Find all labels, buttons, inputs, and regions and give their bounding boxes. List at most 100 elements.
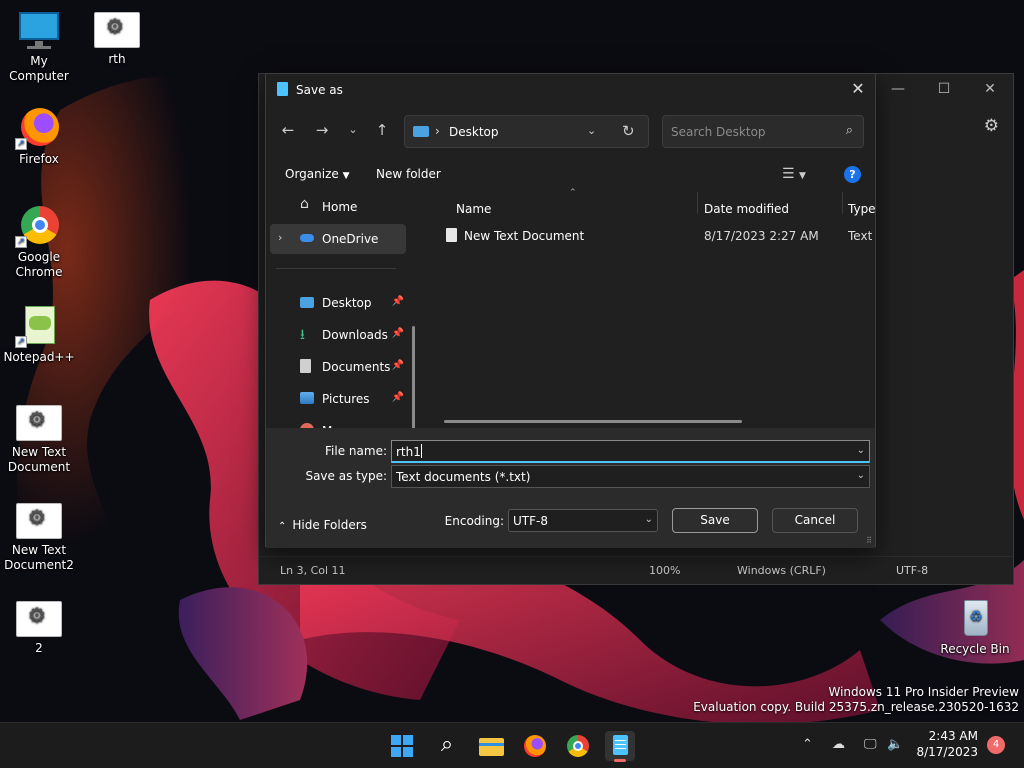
file-gear-icon: ⚙: [16, 405, 62, 441]
search-icon[interactable]: ⌕: [846, 123, 853, 138]
nav-item-pictures[interactable]: Pictures 📌: [270, 384, 406, 414]
chrome-icon[interactable]: [563, 731, 593, 761]
window-controls: — ☐ ✕: [875, 74, 1013, 104]
monitor-icon: [15, 10, 63, 50]
search-icon[interactable]: ⌕: [432, 731, 462, 761]
firefox-icon: ↗: [15, 108, 63, 150]
column-separator[interactable]: [697, 192, 698, 214]
nav-scrollbar[interactable]: [412, 326, 415, 428]
file-name-label: File name:: [325, 444, 387, 458]
file-gear-icon: ⚙: [94, 12, 140, 48]
nav-item-desktop[interactable]: Desktop 📌: [270, 288, 406, 318]
encoding-value: UTF-8: [513, 514, 548, 528]
search-box[interactable]: Search Desktop ⌕: [662, 115, 864, 148]
recent-chevron-down-icon[interactable]: ⌄: [341, 123, 365, 136]
desktop-icon-label: Notepad++: [3, 350, 75, 364]
desktop-icon-chrome[interactable]: ↗ Google Chrome: [1, 206, 77, 280]
watermark-line1: Windows 11 Pro Insider Preview: [828, 685, 1019, 699]
column-header-type[interactable]: Type: [848, 202, 876, 216]
organize-button[interactable]: Organize ▼: [285, 167, 350, 181]
desktop-icon-notepadpp[interactable]: ↗ Notepad++: [1, 306, 77, 365]
firefox-icon[interactable]: [520, 731, 550, 761]
nav-item-downloads[interactable]: ⭳ Downloads 📌: [270, 320, 406, 350]
file-explorer-icon[interactable]: [476, 731, 506, 761]
chevron-down-icon[interactable]: ⌄: [857, 445, 865, 456]
nav-item-home[interactable]: ⌂ Home: [270, 192, 406, 222]
nav-label: Home: [322, 200, 358, 214]
document-icon: [300, 359, 311, 373]
column-separator[interactable]: [842, 192, 843, 214]
view-options-icon[interactable]: ☰ ▼: [782, 166, 806, 182]
network-icon[interactable]: 🖵: [864, 737, 877, 752]
save-as-type-value: Text documents (*.txt): [396, 470, 531, 484]
desktop-icon-my-computer[interactable]: My Computer: [1, 10, 77, 84]
back-arrow-icon[interactable]: ←: [276, 121, 300, 139]
minimize-icon[interactable]: —: [875, 74, 921, 104]
pin-icon: 📌: [391, 392, 404, 403]
clock-time: 2:43 AM: [928, 729, 978, 743]
onedrive-cloud-icon: [300, 234, 314, 242]
desktop-icon-label: New Text Document: [7, 445, 71, 474]
cloud-offline-icon[interactable]: ☁: [832, 737, 845, 752]
encoding-select[interactable]: UTF-8 ⌄: [508, 509, 658, 532]
chevron-up-icon: ⌃: [278, 521, 287, 532]
desktop-icon-label: Google Chrome: [15, 250, 63, 279]
maximize-icon[interactable]: ☐: [921, 74, 967, 104]
address-bar[interactable]: › Desktop ⌄ ↻: [404, 115, 649, 148]
resize-grip-icon[interactable]: ⠿: [866, 536, 872, 545]
forward-arrow-icon[interactable]: →: [310, 121, 334, 139]
file-name-input[interactable]: rth1 ⌄: [391, 440, 870, 463]
hide-folders-label: Hide Folders: [292, 518, 367, 532]
clock[interactable]: 2:43 AM 8/17/2023: [916, 728, 978, 760]
text-cursor: [421, 444, 422, 458]
notepad-icon[interactable]: [605, 731, 635, 762]
desktop-icon-rth[interactable]: ⚙ rth: [79, 12, 155, 67]
help-icon[interactable]: ?: [844, 166, 861, 183]
close-icon[interactable]: ✕: [967, 74, 1013, 104]
column-header-date[interactable]: Date modified: [704, 202, 789, 216]
hide-folders-button[interactable]: ⌃ Hide Folders: [278, 518, 367, 532]
volume-icon[interactable]: 🔈: [887, 737, 903, 752]
chevron-down-icon[interactable]: ⌄: [587, 124, 596, 137]
chevron-right-icon[interactable]: ›: [278, 231, 282, 244]
nav-label: Desktop: [322, 296, 372, 310]
save-as-type-select[interactable]: Text documents (*.txt) ⌄: [391, 465, 870, 488]
chevron-down-icon[interactable]: ⌄: [645, 514, 653, 525]
start-icon[interactable]: [387, 731, 417, 761]
notification-badge[interactable]: 4: [987, 736, 1005, 754]
pin-icon: 📌: [391, 360, 404, 371]
desktop-icon-recycle-bin[interactable]: ♻ Recycle Bin: [937, 598, 1013, 657]
search-placeholder[interactable]: Search Desktop: [671, 125, 766, 139]
watermark-line2: Evaluation copy. Build 25375.zn_release.…: [693, 700, 1019, 714]
settings-gear-icon[interactable]: ⚙: [984, 116, 999, 136]
file-type: Text D: [848, 229, 872, 243]
file-name-value[interactable]: rth1: [396, 445, 421, 459]
address-path[interactable]: Desktop: [449, 125, 499, 139]
desktop-icon-label: Firefox: [19, 152, 59, 166]
column-header-name[interactable]: Name: [456, 202, 491, 216]
download-arrow-icon: ⭳: [300, 327, 305, 343]
new-folder-button[interactable]: New folder: [376, 167, 441, 181]
windows-watermark: Windows 11 Pro Insider Preview Evaluatio…: [693, 685, 1019, 715]
save-button[interactable]: Save: [672, 508, 758, 533]
nav-item-documents[interactable]: Documents 📌: [270, 352, 406, 382]
file-row[interactable]: New Text Document 8/17/2023 2:27 AM Text…: [442, 226, 872, 246]
file-list-scrollbar[interactable]: [444, 420, 742, 423]
desktop-icon-2[interactable]: ⚙ 2: [1, 601, 77, 656]
chevron-up-icon[interactable]: ⌃: [802, 737, 813, 752]
cancel-button[interactable]: Cancel: [772, 508, 858, 533]
desktop-icon-new-text-document2[interactable]: ⚙ New Text Document2: [1, 503, 77, 573]
desktop-icon-firefox[interactable]: ↗ Firefox: [1, 108, 77, 167]
chrome-icon: ↗: [15, 206, 63, 248]
up-arrow-icon[interactable]: ↑: [370, 121, 394, 139]
chevron-down-icon[interactable]: ⌄: [857, 470, 865, 481]
text-file-icon: [446, 228, 457, 242]
desktop-icon-new-text-document[interactable]: ⚙ New Text Document: [1, 405, 77, 475]
nav-item-music[interactable]: M: [270, 416, 406, 428]
pictures-icon: [300, 392, 314, 404]
refresh-icon[interactable]: ↻: [622, 122, 635, 140]
file-date: 8/17/2023 2:27 AM: [704, 229, 819, 243]
close-icon[interactable]: ✕: [841, 74, 875, 104]
desktop-folder-icon: [300, 297, 314, 308]
nav-item-onedrive[interactable]: › OneDrive: [270, 224, 406, 254]
